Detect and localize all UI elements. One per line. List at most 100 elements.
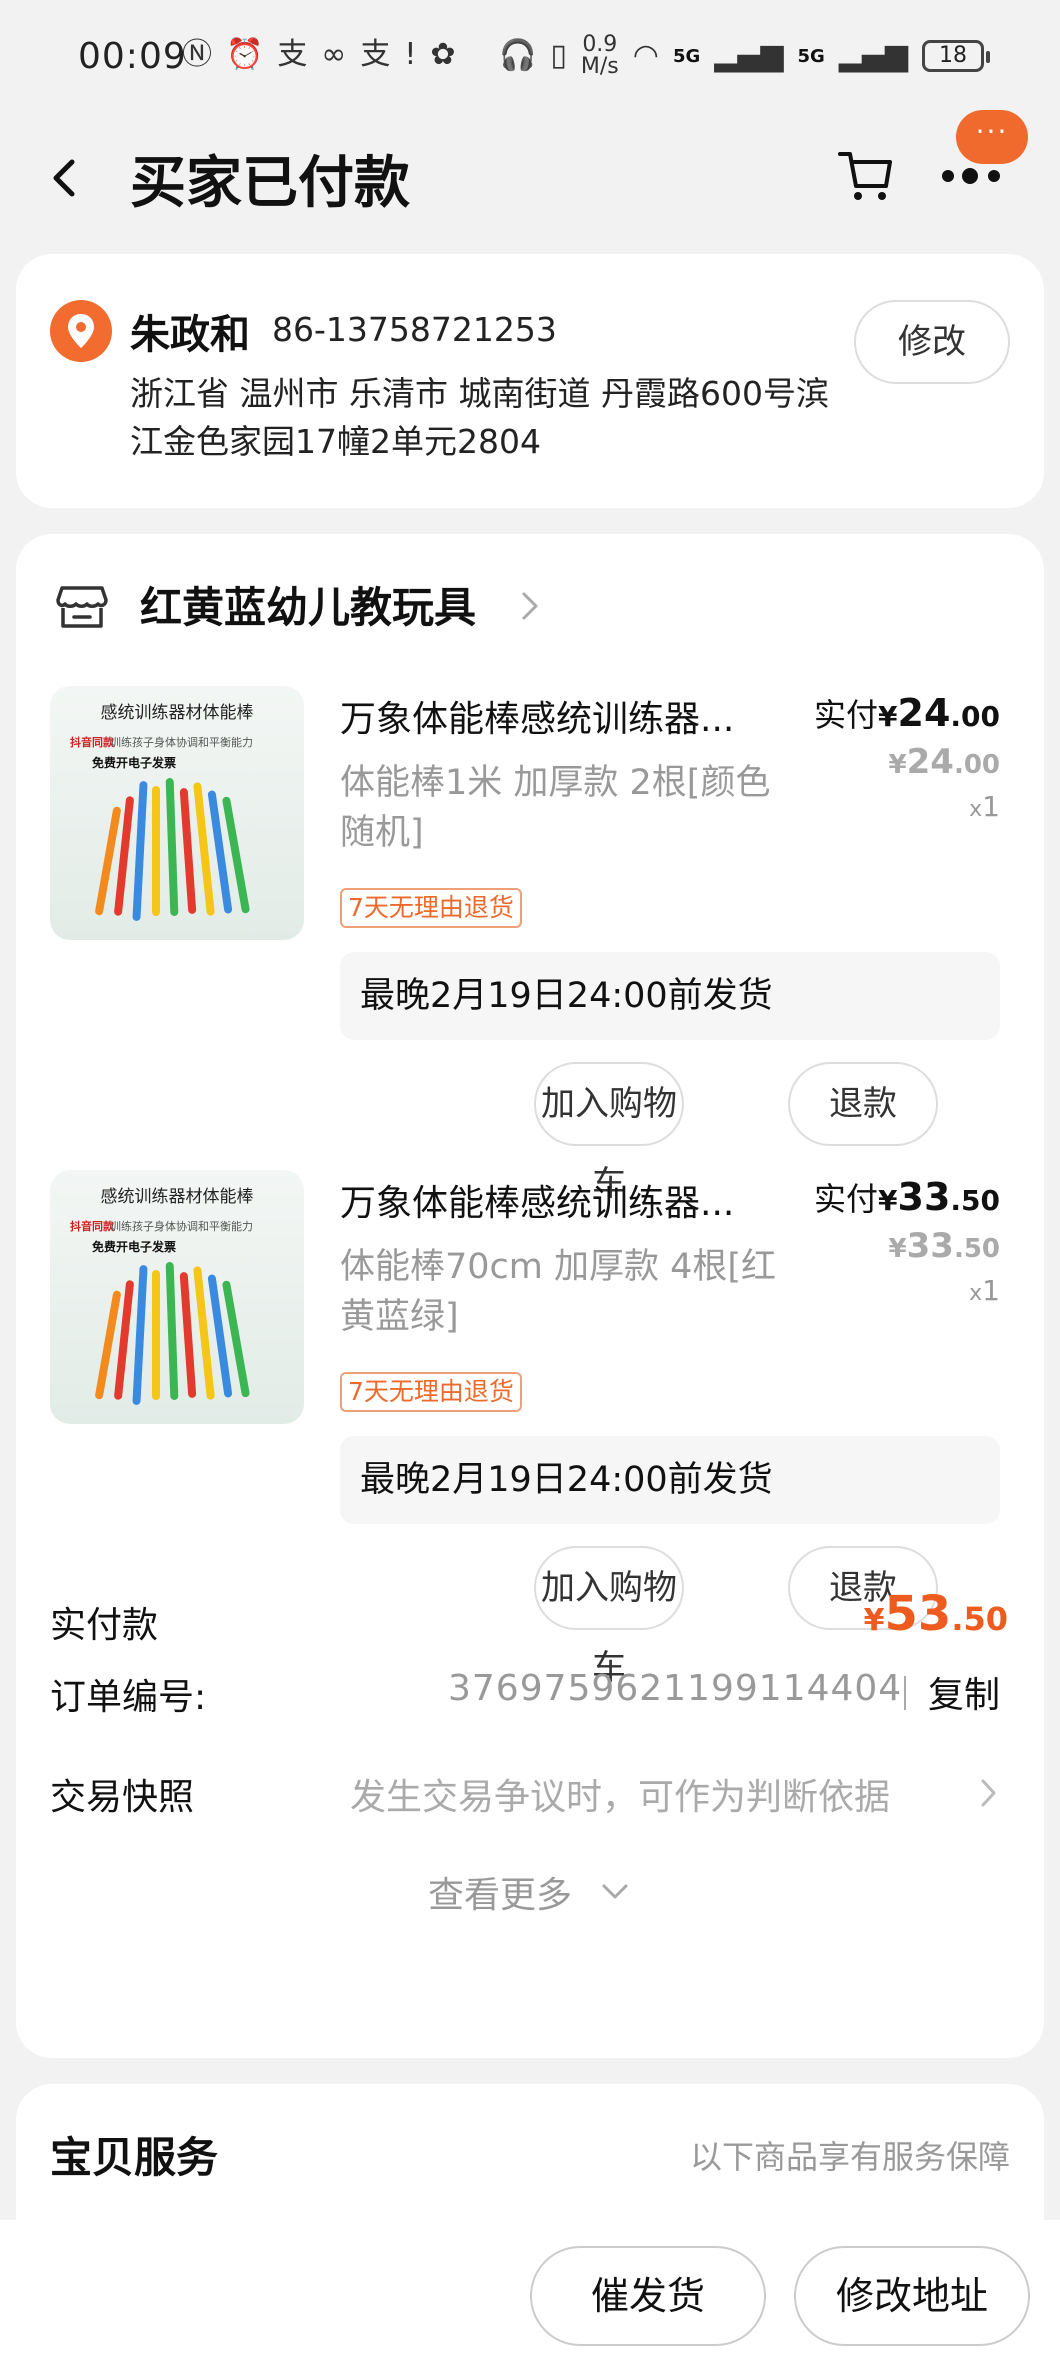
total-label: 实付款 <box>50 1596 158 1648</box>
order-item: 感统训练器材体能棒 抖音同款 训练孩子身体协调和平衡能力 免费开电子发票 万象体… <box>16 1170 1044 1640</box>
paid-dec: .00 <box>950 700 1000 733</box>
back-button[interactable] <box>40 146 90 210</box>
location-pin-icon <box>50 300 112 362</box>
paid-yen: ¥ <box>878 700 897 733</box>
more-badge[interactable]: ··· <box>956 110 1028 164</box>
address-card: 朱政和 86-13758721253 浙江省 温州市 乐清市 城南街道 丹霞路6… <box>16 254 1044 508</box>
item-title[interactable]: 万象体能棒感统训练器... <box>340 1174 780 1226</box>
snapshot-label[interactable]: 交易快照 <box>50 1768 194 1820</box>
page-header: 买家已付款 ··· <box>0 118 1060 248</box>
paid-int: 24 <box>898 691 951 735</box>
item-price: 实付¥33.50 ¥33.50 x1 <box>814 1174 1000 1307</box>
status-time: 00:09 <box>78 36 187 77</box>
thumbnail-invoice-text: 免费开电子发票 <box>92 1238 176 1255</box>
nfc-icon: Ⓝ <box>182 40 212 70</box>
order-number: 3769759621199114404 <box>448 1668 902 1709</box>
signal-label-1: 5G <box>673 46 700 67</box>
paid-price: 实付¥24.00 <box>814 690 1000 736</box>
snapshot-hint[interactable]: 发生交易争议时，可作为判断依据 <box>350 1768 890 1820</box>
status-notification-icons: Ⓝ ⏰ 支 ∞ 支 ! ✿ <box>182 40 456 70</box>
copy-order-number-button[interactable]: 复制 <box>928 1666 1000 1718</box>
stick-green <box>166 778 179 916</box>
order-card: 红黄蓝幼儿教玩具 感统训练器材体能棒 抖音同款 训练孩子身体协调和平衡能力 免费… <box>16 534 1044 2058</box>
order-item: 感统训练器材体能棒 抖音同款 训练孩子身体协调和平衡能力 免费开电子发票 万象体… <box>16 686 1044 1156</box>
ship-deadline-notice: 最晚2月19日24:00前发货 <box>340 952 1000 1040</box>
paid-dec: .50 <box>950 1184 1000 1217</box>
shop-chevron-icon[interactable] <box>518 586 542 626</box>
wifi-icon: ◠ <box>633 41 659 71</box>
refund-button[interactable]: 退款 <box>788 1062 938 1146</box>
cart-button[interactable] <box>836 142 896 206</box>
urge-shipping-button[interactable]: 催发货 <box>530 2246 766 2346</box>
original-price: ¥24.00 <box>814 742 1000 782</box>
thumbnail-tag: 抖音同款 <box>70 1218 114 1234</box>
paid-label: 实付 <box>814 696 878 734</box>
total-yen: ¥ <box>864 1603 885 1638</box>
total-dec: .50 <box>951 1600 1008 1638</box>
cart-icon <box>836 142 896 206</box>
thumbnail-title: 感统训练器材体能棒 <box>50 698 304 723</box>
network-speed-unit: M/s <box>581 56 619 78</box>
battery-indicator: 18 <box>922 40 984 72</box>
shop-name[interactable]: 红黄蓝幼儿教玩具 <box>140 574 476 635</box>
thumbnail-title: 感统训练器材体能棒 <box>50 1182 304 1207</box>
service-hint: 以下商品享有服务保障 <box>690 2132 1010 2178</box>
modify-address-button[interactable]: 修改 <box>854 300 1010 384</box>
thumbnail-invoice-text: 免费开电子发票 <box>92 754 176 771</box>
divider <box>904 1676 906 1710</box>
stick-blue <box>132 781 147 921</box>
ship-deadline-notice: 最晚2月19日24:00前发货 <box>340 1436 1000 1524</box>
thumbnail-tag: 抖音同款 <box>70 734 114 750</box>
alert-icon: ! <box>404 40 416 70</box>
add-to-cart-button[interactable]: 加入购物车 <box>534 1062 684 1146</box>
paid-price: 实付¥33.50 <box>814 1174 1000 1220</box>
orig-int: 24 <box>907 742 954 782</box>
item-price: 实付¥24.00 ¥24.00 x1 <box>814 690 1000 823</box>
orig-yen: ¥ <box>889 750 907 780</box>
link-icon: ∞ <box>321 40 346 70</box>
recipient-phone: 86-13758721253 <box>272 310 557 349</box>
stick-green <box>166 1262 179 1400</box>
stick-yellow <box>152 1270 160 1400</box>
signal-icon: ▂▄▆ <box>714 41 783 71</box>
qty-value: 1 <box>982 790 1000 823</box>
network-speed: 0.9 M/s <box>581 34 619 78</box>
bottom-action-bar: 催发货 修改地址 <box>0 2220 1060 2376</box>
return-policy-tag: 7天无理由退货 <box>340 888 522 928</box>
stick-red-2 <box>180 1272 197 1398</box>
total-amount: ¥53.50 <box>864 1586 1008 1642</box>
stick-blue <box>132 1265 147 1405</box>
app-notification-icon: ✿ <box>430 40 455 70</box>
orig-int: 33 <box>907 1226 954 1266</box>
qty-value: 1 <box>982 1274 1000 1307</box>
signal-icon-2: ▂▄▆ <box>839 41 908 71</box>
product-thumbnail[interactable]: 感统训练器材体能棒 抖音同款 训练孩子身体协调和平衡能力 免费开电子发票 <box>50 686 304 940</box>
alipay-icon-2: 支 <box>360 40 390 70</box>
stick-red-2 <box>180 788 197 914</box>
signal-label-2: 5G <box>797 46 824 67</box>
shop-icon <box>54 578 110 634</box>
change-address-button[interactable]: 修改地址 <box>794 2246 1030 2346</box>
thumbnail-subtitle: 训练孩子身体协调和平衡能力 <box>110 1218 253 1234</box>
item-spec: 体能棒1米 加厚款 2根[颜色随机] <box>340 758 800 858</box>
status-bar: 00:09 Ⓝ ⏰ 支 ∞ 支 ! ✿ 🎧 ▯ 0.9 M/s ◠ 5G ▂▄▆… <box>0 0 1060 118</box>
item-title[interactable]: 万象体能棒感统训练器... <box>340 690 780 742</box>
service-title: 宝贝服务 <box>50 2124 218 2185</box>
vibrate-icon: ▯ <box>550 41 567 71</box>
see-more-button[interactable]: 查看更多 <box>428 1866 572 1918</box>
total-int: 53 <box>885 1586 952 1642</box>
original-price: ¥33.50 <box>814 1226 1000 1266</box>
paid-int: 33 <box>898 1175 951 1219</box>
chevron-down-icon[interactable] <box>600 1882 630 1902</box>
headphones-icon: 🎧 <box>499 41 536 71</box>
add-to-cart-button[interactable]: 加入购物车 <box>534 1546 684 1630</box>
page-title: 买家已付款 <box>130 138 410 219</box>
recipient-name: 朱政和 <box>130 302 250 360</box>
back-arrow-icon <box>40 146 90 210</box>
recipient-address: 浙江省 温州市 乐清市 城南街道 丹霞路600号滨江金色家园17幢2单元2804 <box>130 370 850 466</box>
snapshot-chevron-icon[interactable] <box>978 1774 1000 1812</box>
orig-yen: ¥ <box>889 1234 907 1264</box>
product-thumbnail[interactable]: 感统训练器材体能棒 抖音同款 训练孩子身体协调和平衡能力 免费开电子发票 <box>50 1170 304 1424</box>
paid-label: 实付 <box>814 1180 878 1218</box>
network-speed-value: 0.9 <box>581 34 619 56</box>
